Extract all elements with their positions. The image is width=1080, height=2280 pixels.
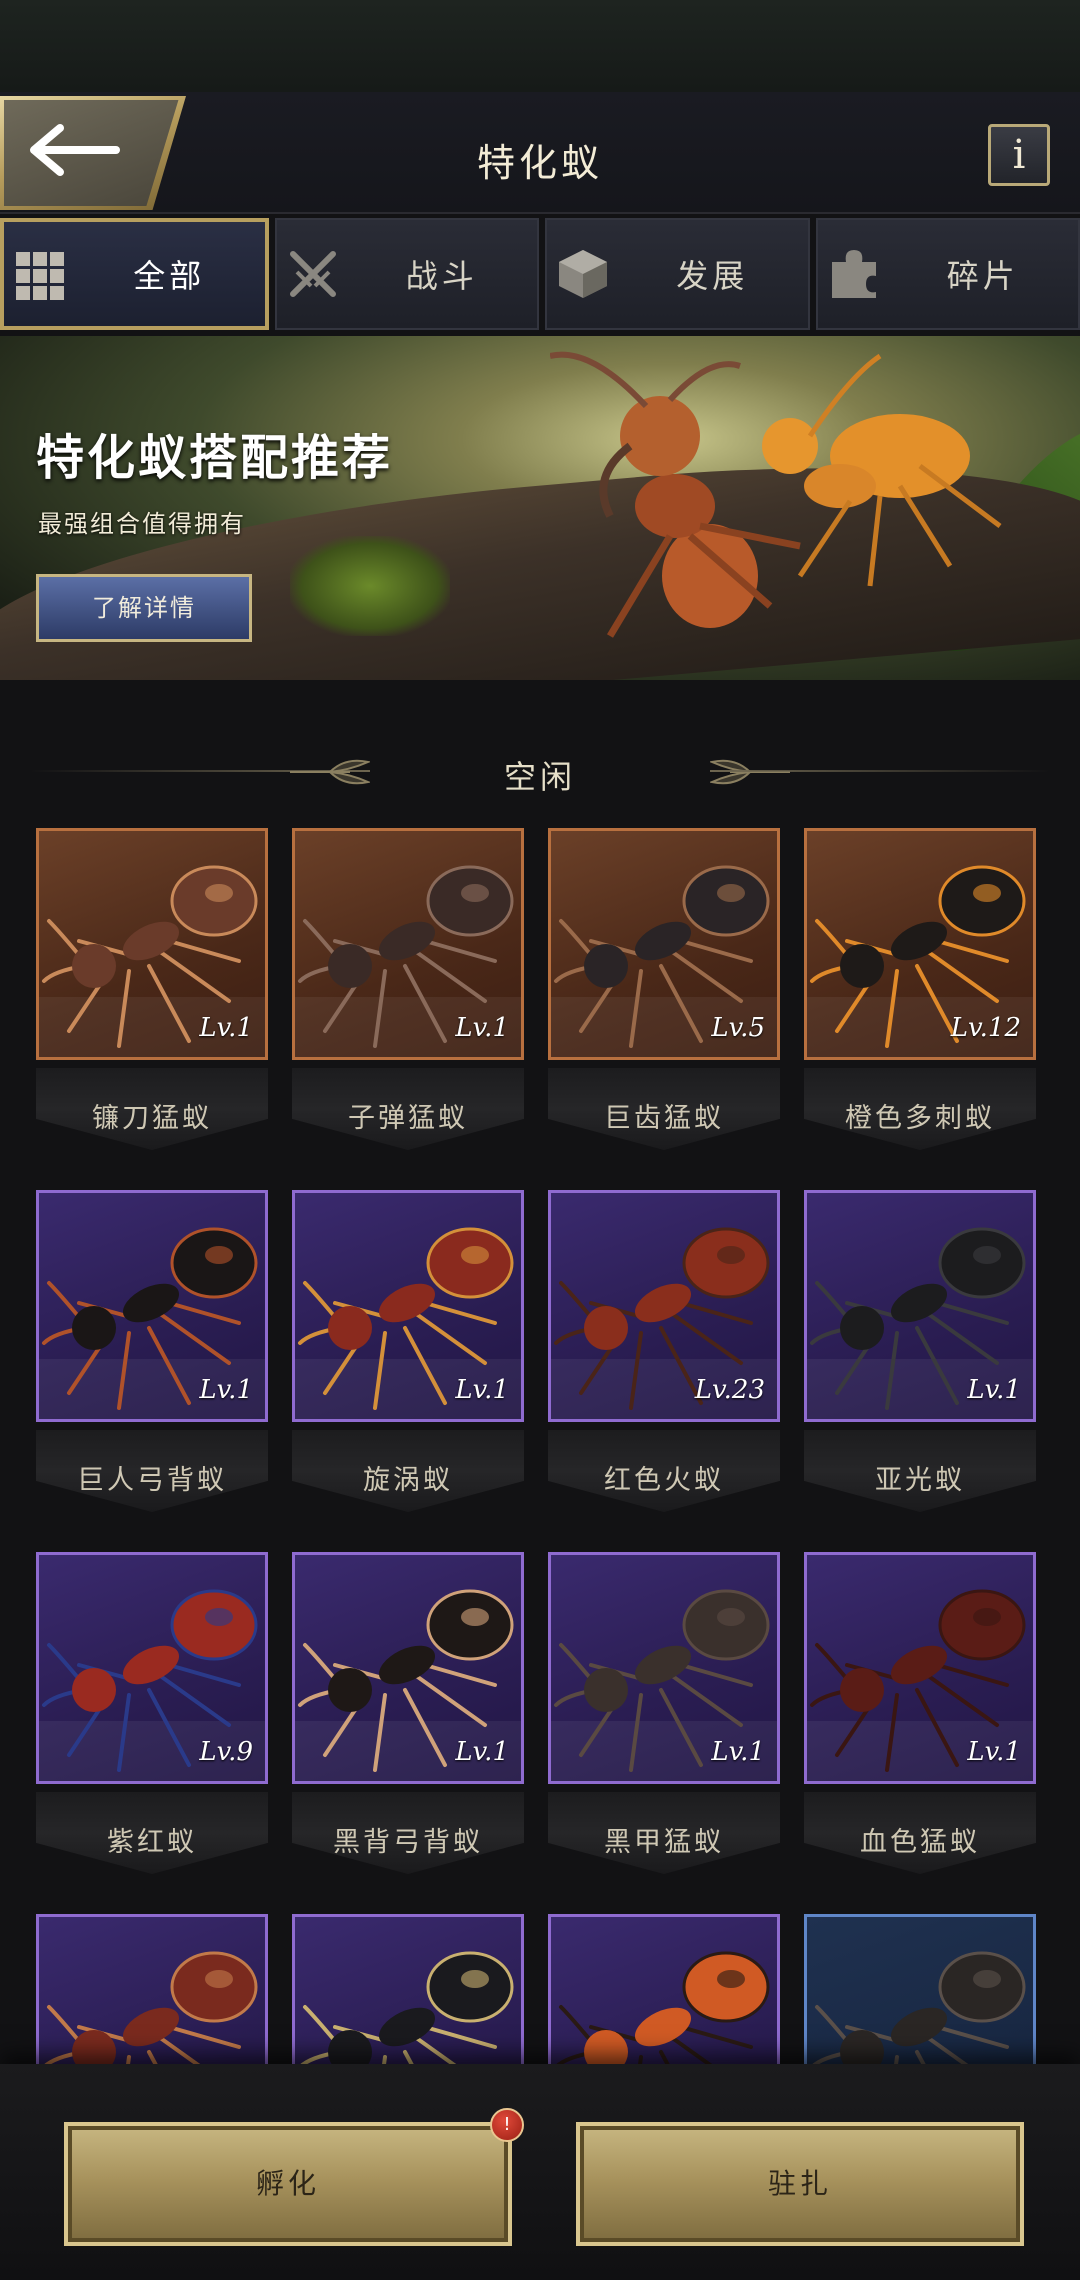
tab-label: 战斗: [405, 257, 478, 295]
grid-icon: [12, 248, 68, 304]
ant-portrait: Lv.1: [292, 1552, 524, 1784]
ant-portrait: Lv.1: [36, 828, 268, 1060]
ant-name: 黑背弓背蚁: [333, 1827, 483, 1858]
ant-portrait: Lv.1: [548, 1552, 780, 1784]
ant-level: Lv.1: [711, 1737, 765, 1767]
puzzle-piece-icon: [826, 246, 882, 302]
ant-level: Lv.12: [950, 1013, 1021, 1043]
header: 特化蚁 i: [0, 92, 1080, 214]
ant-portrait: Lv.1: [292, 1190, 524, 1422]
ant-level: Lv.1: [455, 1737, 509, 1767]
station-button[interactable]: 驻扎: [576, 2122, 1024, 2246]
ant-level: Lv.1: [455, 1013, 509, 1043]
ant-portrait: Lv.1: [804, 1190, 1036, 1422]
tab-label: 发展: [676, 257, 749, 295]
ant-card[interactable]: Lv.12 橙色多刺蚁: [804, 828, 1036, 1158]
ant-level: Lv.1: [455, 1375, 509, 1405]
ant-name: 巨齿猛蚁: [604, 1103, 724, 1134]
tab-label: 碎片: [946, 257, 1019, 295]
ant-portrait: Lv.5: [548, 828, 780, 1060]
category-tabs: 全部 战斗 发展 碎片: [0, 218, 1080, 330]
divider-line-right: [710, 770, 1050, 772]
ant-card[interactable]: Lv.5 巨齿猛蚁: [548, 828, 780, 1158]
ant-card[interactable]: Lv.1 巨人弓背蚁: [36, 1190, 268, 1520]
section-header-idle: 空闲: [30, 742, 1050, 802]
ant-card[interactable]: Lv.1 黑甲猛蚁: [548, 1552, 780, 1882]
tab-development[interactable]: 发展: [545, 218, 810, 330]
tab-all[interactable]: 全部: [0, 218, 269, 330]
ant-level: Lv.1: [199, 1013, 253, 1043]
ant-card[interactable]: Lv.9 紫红蚁: [36, 1552, 268, 1882]
info-button[interactable]: i: [988, 124, 1050, 186]
ant-level: Lv.5: [711, 1013, 765, 1043]
ant-name: 黑甲猛蚁: [604, 1827, 724, 1858]
notification-badge: !: [490, 2108, 524, 2142]
learn-more-button[interactable]: 了解详情: [36, 574, 252, 642]
crossed-swords-icon: [285, 246, 341, 302]
banner-ant-illustration: [550, 351, 1002, 638]
ant-portrait: Lv.23: [548, 1190, 780, 1422]
ant-name: 镰刀猛蚁: [92, 1103, 212, 1134]
ant-level: Lv.1: [199, 1375, 253, 1405]
ant-name: 紫红蚁: [107, 1827, 197, 1858]
ant-portrait: Lv.1: [36, 1190, 268, 1422]
ant-card[interactable]: Lv.1 黑背弓背蚁: [292, 1552, 524, 1882]
ant-level: Lv.1: [967, 1737, 1021, 1767]
back-arrow-icon: [30, 124, 120, 176]
ant-name: 红色火蚁: [604, 1465, 724, 1496]
ant-name: 亚光蚁: [875, 1465, 965, 1496]
moss-decoration: [290, 536, 450, 636]
ant-name: 橙色多刺蚁: [845, 1103, 995, 1134]
ant-card[interactable]: Lv.1 子弹猛蚁: [292, 828, 524, 1158]
tab-combat[interactable]: 战斗: [274, 218, 539, 330]
hatch-button[interactable]: 孵化: [64, 2122, 512, 2246]
ant-level: Lv.23: [694, 1375, 765, 1405]
banner-title: 特化蚁搭配推荐: [36, 430, 394, 486]
ant-name: 旋涡蚁: [363, 1465, 453, 1496]
cube-icon: [555, 246, 611, 302]
ant-card[interactable]: Lv.1 亚光蚁: [804, 1190, 1036, 1520]
section-title: 空闲: [503, 758, 576, 796]
ant-portrait: Lv.1: [292, 828, 524, 1060]
ant-portrait: Lv.12: [804, 828, 1036, 1060]
status-bar: [0, 0, 1080, 92]
promo-banner[interactable]: 特化蚁搭配推荐 最强组合值得拥有 了解详情: [0, 336, 1080, 680]
ant-portrait: Lv.9: [36, 1552, 268, 1784]
ant-name: 巨人弓背蚁: [77, 1465, 227, 1496]
tab-label: 全部: [133, 257, 206, 295]
ant-card[interactable]: Lv.1 血色猛蚁: [804, 1552, 1036, 1882]
banner-subtitle: 最强组合值得拥有: [38, 510, 246, 538]
ant-name: 血色猛蚁: [860, 1827, 980, 1858]
page-title: 特化蚁: [476, 141, 603, 185]
leaf-ornament-icon: [710, 759, 790, 785]
ant-card[interactable]: Lv.23 红色火蚁: [548, 1190, 780, 1520]
ant-card[interactable]: Lv.1 镰刀猛蚁: [36, 828, 268, 1158]
ant-portrait: Lv.1: [804, 1552, 1036, 1784]
ant-level: Lv.9: [199, 1737, 253, 1767]
bottom-action-bar: 孵化 ! 驻扎: [0, 2064, 1080, 2280]
ant-card[interactable]: Lv.1 旋涡蚁: [292, 1190, 524, 1520]
ant-level: Lv.1: [967, 1375, 1021, 1405]
tab-fragments[interactable]: 碎片: [815, 218, 1080, 330]
ant-name: 子弹猛蚁: [348, 1103, 468, 1134]
